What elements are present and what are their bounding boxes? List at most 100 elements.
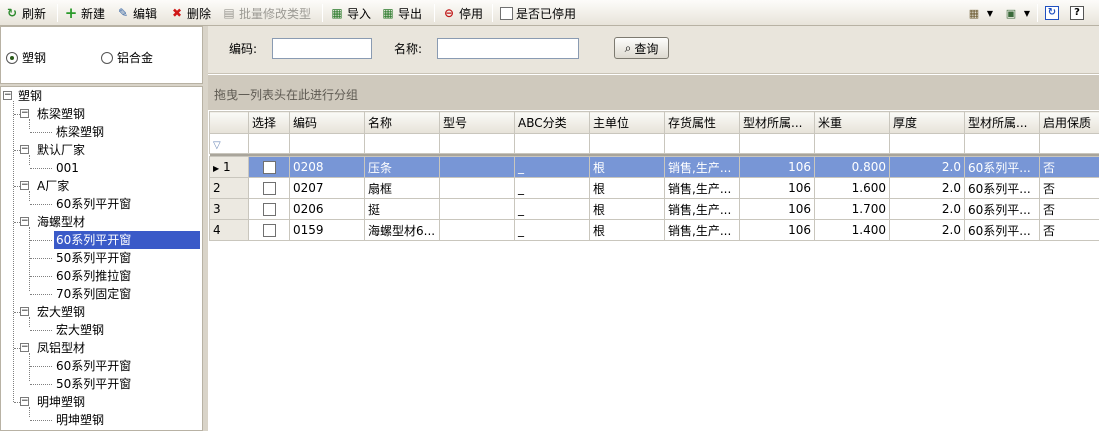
tree-node[interactable]: − 宏大塑钢 xyxy=(20,303,85,321)
cell-abc[interactable]: _ xyxy=(514,219,590,241)
column-header[interactable]: 型材所属... xyxy=(964,111,1040,134)
collapse-icon[interactable]: − xyxy=(20,145,29,154)
filter-cell[interactable] xyxy=(248,133,290,154)
cell-model[interactable] xyxy=(439,198,515,220)
column-header[interactable]: 型号 xyxy=(439,111,515,134)
collapse-icon[interactable]: − xyxy=(20,307,29,316)
row-indicator[interactable]: ▶ 1 xyxy=(209,156,249,178)
column-header[interactable]: 编码 xyxy=(289,111,365,134)
import-button[interactable]: ▦ 导入 xyxy=(330,4,371,22)
filter-cell[interactable] xyxy=(439,133,515,154)
save-dropdown[interactable]: ▣ ▼ xyxy=(1003,3,1035,23)
tree-root[interactable]: − 塑钢 xyxy=(3,87,42,105)
cell-weight[interactable]: 1.400 xyxy=(814,219,890,241)
filter-icon[interactable]: ▽ xyxy=(209,133,249,154)
column-header[interactable]: ABC分类 xyxy=(514,111,590,134)
filter-cell[interactable] xyxy=(589,133,665,154)
filter-cell[interactable] xyxy=(814,133,890,154)
table-row[interactable]: 2 0207 扇框 _ 根 销售,生产... 106 1.600 2.0 60系… xyxy=(209,177,1099,199)
cell-series[interactable]: 60系列平... xyxy=(964,198,1040,220)
filter-cell[interactable] xyxy=(889,133,965,154)
tree-leaf[interactable]: 明坤塑钢 xyxy=(56,411,104,429)
tree-node[interactable]: − A厂家 xyxy=(20,177,69,195)
radio-dot[interactable] xyxy=(101,51,113,64)
cell-abc[interactable]: _ xyxy=(514,177,590,199)
row-checkbox[interactable] xyxy=(262,203,276,216)
cell-series[interactable]: 60系列平... xyxy=(964,219,1040,241)
column-header[interactable]: 厚度 xyxy=(889,111,965,134)
cell-weight[interactable]: 1.600 xyxy=(814,177,890,199)
cell-shelf[interactable]: 否 xyxy=(1039,219,1099,241)
show-disabled-checkbox[interactable]: 是否已停用 xyxy=(500,4,576,22)
column-header[interactable]: 启用保质 xyxy=(1039,111,1099,134)
name-input[interactable] xyxy=(437,38,579,59)
collapse-icon[interactable]: − xyxy=(3,91,12,100)
new-button[interactable]: + 新建 xyxy=(64,4,105,22)
cell-belong[interactable]: 106 xyxy=(739,198,815,220)
filter-cell[interactable] xyxy=(514,133,590,154)
select-cell[interactable] xyxy=(248,198,290,220)
cell-code[interactable]: 0208 xyxy=(289,156,365,178)
cell-unit[interactable]: 根 xyxy=(589,177,665,199)
cell-thick[interactable]: 2.0 xyxy=(889,156,965,178)
cell-weight[interactable]: 1.700 xyxy=(814,198,890,220)
tree-leaf[interactable]: 001 xyxy=(56,159,79,177)
tree-node[interactable]: − 海螺型材 xyxy=(20,213,85,231)
column-header[interactable]: 名称 xyxy=(364,111,440,134)
tree-leaf[interactable]: 60系列平开窗 xyxy=(56,195,131,213)
cell-thick[interactable]: 2.0 xyxy=(889,198,965,220)
select-cell[interactable] xyxy=(248,156,290,178)
cell-shelf[interactable]: 否 xyxy=(1039,177,1099,199)
tree-leaf[interactable]: 50系列平开窗 xyxy=(56,375,131,393)
cell-attr[interactable]: 销售,生产... xyxy=(664,177,740,199)
cell-shelf[interactable]: 否 xyxy=(1039,156,1099,178)
cell-unit[interactable]: 根 xyxy=(589,219,665,241)
tree-leaf[interactable]: 60系列推拉窗 xyxy=(56,267,131,285)
checkbox-box[interactable] xyxy=(500,6,513,20)
cell-model[interactable] xyxy=(439,156,515,178)
table-row[interactable]: 4 0159 海螺型材6... _ 根 销售,生产... 106 1.400 2… xyxy=(209,219,1099,241)
row-checkbox[interactable] xyxy=(262,161,276,174)
cell-name[interactable]: 扇框 xyxy=(364,177,440,199)
row-indicator[interactable]: 3 xyxy=(209,198,249,220)
cell-abc[interactable]: _ xyxy=(514,198,590,220)
cell-thick[interactable]: 2.0 xyxy=(889,219,965,241)
tree-leaf[interactable]: 50系列平开窗 xyxy=(56,249,131,267)
cell-unit[interactable]: 根 xyxy=(589,156,665,178)
query-button[interactable]: ⌕ 查询 xyxy=(614,37,669,59)
cell-attr[interactable]: 销售,生产... xyxy=(664,198,740,220)
group-by-area[interactable]: 拖曳一列表头在此进行分组 xyxy=(208,75,1099,110)
cell-thick[interactable]: 2.0 xyxy=(889,177,965,199)
radio-plastic-steel[interactable]: 塑钢 xyxy=(6,49,46,66)
table-row[interactable]: 3 0206 挺 _ 根 销售,生产... 106 1.700 2.0 60系列… xyxy=(209,198,1099,220)
row-checkbox[interactable] xyxy=(262,182,276,195)
column-header[interactable]: 主单位 xyxy=(589,111,665,134)
collapse-icon[interactable]: − xyxy=(20,343,29,352)
cell-model[interactable] xyxy=(439,219,515,241)
cell-name[interactable]: 海螺型材6... xyxy=(364,219,440,241)
row-indicator[interactable]: 2 xyxy=(209,177,249,199)
cell-code[interactable]: 0207 xyxy=(289,177,365,199)
tree-node[interactable]: − 凤铝型材 xyxy=(20,339,85,357)
column-header[interactable]: 选择 xyxy=(248,111,290,134)
cell-series[interactable]: 60系列平... xyxy=(964,156,1040,178)
filter-cell[interactable] xyxy=(364,133,440,154)
cell-series[interactable]: 60系列平... xyxy=(964,177,1040,199)
disable-button[interactable]: ⊖ 停用 xyxy=(442,4,483,22)
column-header[interactable]: 米重 xyxy=(814,111,890,134)
row-indicator[interactable]: 4 xyxy=(209,219,249,241)
code-input[interactable] xyxy=(272,38,372,59)
radio-aluminum[interactable]: 铝合金 xyxy=(101,49,153,66)
tree-leaf[interactable]: 60系列平开窗 xyxy=(56,357,131,375)
filter-cell[interactable] xyxy=(739,133,815,154)
cell-name[interactable]: 挺 xyxy=(364,198,440,220)
tree-leaf[interactable]: 70系列固定窗 xyxy=(56,285,131,303)
tree-leaf[interactable]: 宏大塑钢 xyxy=(56,321,104,339)
collapse-icon[interactable]: − xyxy=(20,109,29,118)
export-button[interactable]: ▦ 导出 xyxy=(381,4,422,22)
cell-name[interactable]: 压条 xyxy=(364,156,440,178)
cell-abc[interactable]: _ xyxy=(514,156,590,178)
cell-code[interactable]: 0206 xyxy=(289,198,365,220)
radio-dot[interactable] xyxy=(6,51,18,64)
filter-cell[interactable] xyxy=(1039,133,1099,154)
